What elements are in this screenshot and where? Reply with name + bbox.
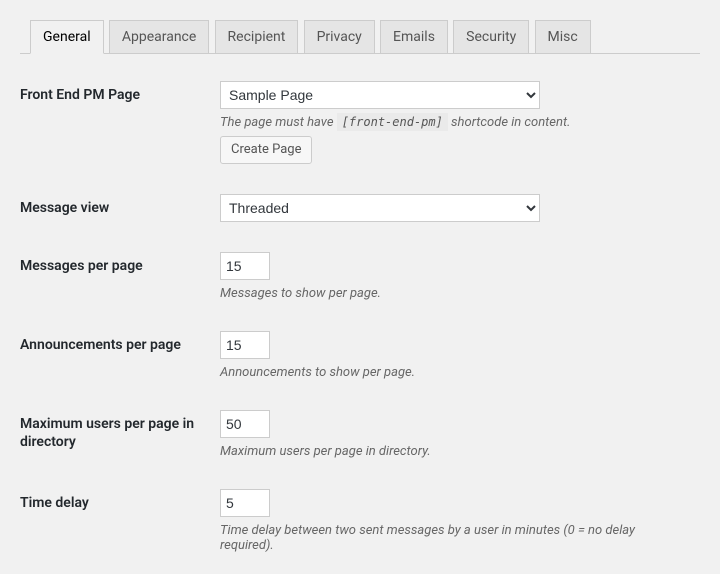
tab-privacy[interactable]: Privacy	[304, 20, 375, 54]
shortcode-code: [front-end-pm]	[337, 113, 448, 131]
tab-recipient[interactable]: Recipient	[215, 20, 299, 54]
tab-general[interactable]: General	[30, 20, 104, 54]
create-page-button[interactable]: Create Page	[220, 136, 312, 164]
select-message-view[interactable]: Threaded	[220, 194, 540, 222]
tab-security[interactable]: Security	[453, 20, 529, 54]
help-announcements-per-page: Announcements to show per page.	[220, 365, 690, 380]
help-users-per-page: Maximum users per page in directory.	[220, 444, 690, 459]
label-users-per-page: Maximum users per page in directory	[20, 395, 220, 474]
tab-emails[interactable]: Emails	[380, 20, 448, 54]
help-messages-per-page: Messages to show per page.	[220, 286, 690, 301]
help-time-delay: Time delay between two sent messages by …	[220, 523, 690, 553]
select-pm-page[interactable]: Sample Page	[220, 81, 540, 109]
tab-misc[interactable]: Misc	[535, 20, 591, 54]
help-pm-page: The page must have [front-end-pm] shortc…	[220, 115, 690, 130]
tab-appearance[interactable]: Appearance	[109, 20, 209, 54]
tab-bar: General Appearance Recipient Privacy Ema…	[20, 20, 700, 54]
settings-form: Front End PM Page Sample Page The page m…	[20, 66, 700, 574]
label-pm-page: Front End PM Page	[20, 66, 220, 179]
input-users-per-page[interactable]	[220, 410, 270, 438]
label-time-delay: Time delay	[20, 474, 220, 568]
input-time-delay[interactable]	[220, 489, 270, 517]
label-editor-type: Editor Type	[20, 568, 220, 574]
label-announcements-per-page: Announcements per page	[20, 316, 220, 395]
input-messages-per-page[interactable]	[220, 252, 270, 280]
input-announcements-per-page[interactable]	[220, 331, 270, 359]
label-messages-per-page: Messages per page	[20, 237, 220, 316]
label-message-view: Message view	[20, 179, 220, 237]
